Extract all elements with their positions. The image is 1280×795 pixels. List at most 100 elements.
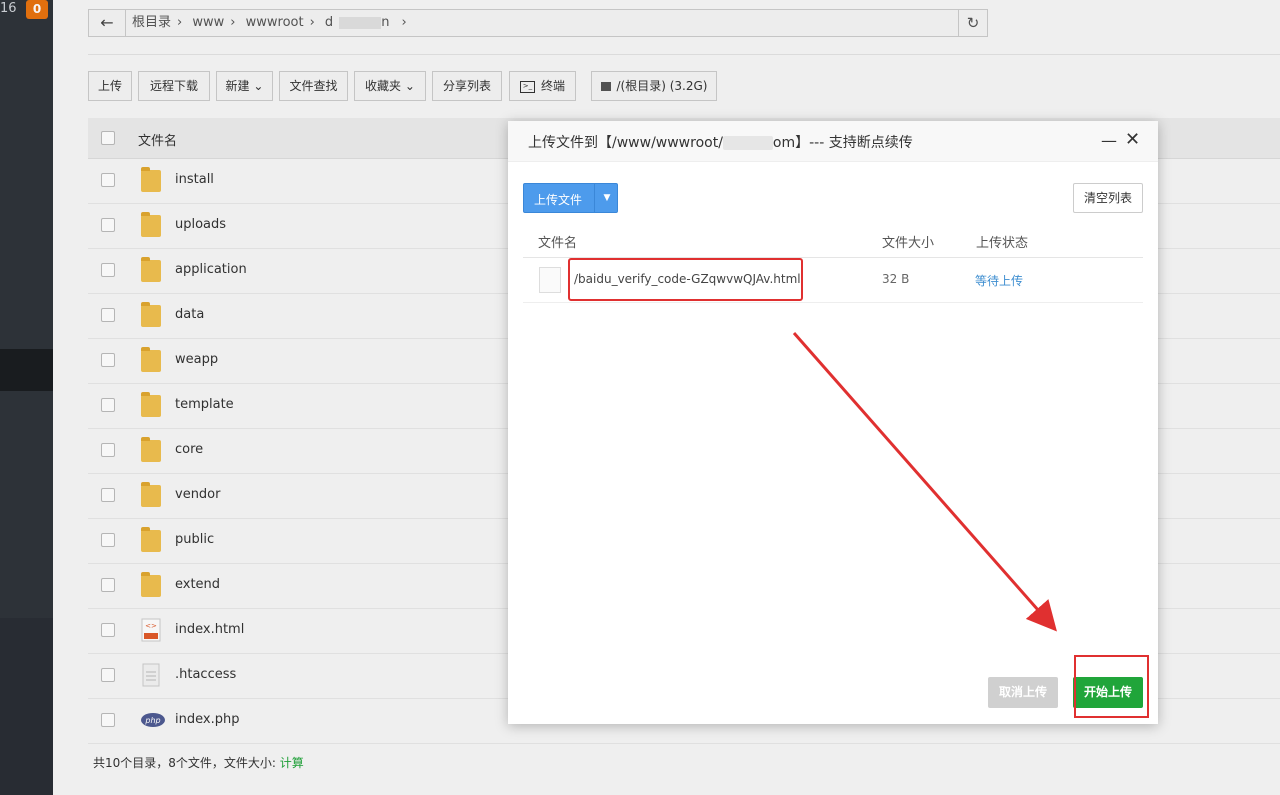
sidebar: 16 0 — [0, 0, 53, 795]
html-file-icon: <> — [141, 618, 161, 642]
select-all-checkbox[interactable] — [101, 131, 115, 145]
upload-button[interactable]: 上传 — [88, 71, 132, 101]
text-file-icon — [141, 663, 161, 687]
chevron-right-icon: › — [309, 15, 315, 30]
minimize-icon[interactable]: — — [1101, 131, 1117, 150]
refresh-icon[interactable]: ↻ — [958, 10, 987, 36]
sidebar-active-item[interactable] — [0, 349, 53, 391]
favorites-button[interactable]: 收藏夹 ⌄ — [354, 71, 426, 101]
chevron-right-icon: › — [177, 15, 183, 30]
file-search-button[interactable]: 文件查找 — [279, 71, 348, 101]
php-file-icon: php — [141, 708, 165, 732]
share-list-button[interactable]: 分享列表 — [432, 71, 502, 101]
upload-file-size: 32 B — [882, 272, 910, 286]
file-name[interactable]: weapp — [175, 352, 218, 367]
sidebar-count: 16 — [0, 1, 17, 16]
terminal-label: 终端 — [540, 79, 565, 93]
notification-badge[interactable]: 0 — [26, 0, 48, 19]
breadcrumb: 根目录 › www › wwwroot › d n › — [132, 10, 413, 36]
svg-text:<>: <> — [145, 622, 157, 630]
row-checkbox[interactable] — [101, 218, 115, 232]
column-status: 上传状态 — [976, 236, 1029, 251]
file-name[interactable]: index.html — [175, 622, 244, 637]
file-name[interactable]: core — [175, 442, 203, 457]
dialog-title-suffix: om】--- 支持断点续传 — [772, 135, 913, 151]
folder-icon — [141, 302, 161, 327]
caret-down-icon[interactable]: ▼ — [594, 184, 619, 212]
row-checkbox[interactable] — [101, 578, 115, 592]
file-name[interactable]: vendor — [175, 487, 220, 502]
calculate-link[interactable]: 计算 — [280, 756, 304, 770]
folder-icon — [141, 167, 161, 192]
row-checkbox[interactable] — [101, 623, 115, 637]
folder-icon — [141, 482, 161, 507]
crumb-site[interactable]: dn — [325, 15, 396, 30]
status-footer: 共10个目录，8个文件，文件大小: 计算 — [93, 754, 304, 771]
folder-icon — [141, 527, 161, 552]
file-name[interactable]: template — [175, 397, 234, 412]
file-name[interactable]: install — [175, 172, 214, 187]
file-name[interactable]: uploads — [175, 217, 226, 232]
row-checkbox[interactable] — [101, 488, 115, 502]
clear-list-button[interactable]: 清空列表 — [1073, 183, 1143, 213]
file-name[interactable]: index.php — [175, 712, 239, 727]
crumb-site-end: n — [381, 15, 390, 30]
crumb-www[interactable]: www — [192, 15, 224, 30]
terminal-icon: >_ — [519, 80, 535, 93]
cancel-upload-button[interactable]: 取消上传 — [988, 677, 1058, 708]
folder-icon — [141, 437, 161, 462]
disk-icon — [600, 82, 611, 91]
folder-icon — [141, 212, 161, 237]
sidebar-shade — [0, 0, 53, 618]
folder-icon — [141, 347, 161, 372]
row-checkbox[interactable] — [101, 173, 115, 187]
disk-button[interactable]: /(根目录) (3.2G) — [591, 71, 717, 101]
file-summary: 共10个目录，8个文件，文件大小: — [93, 756, 276, 770]
chevron-down-icon: ⌄ — [249, 79, 264, 93]
highlight-box-file — [568, 258, 803, 301]
crumb-wwwroot[interactable]: wwwroot — [246, 15, 304, 30]
terminal-button[interactable]: >_ 终端 — [509, 71, 576, 101]
upload-file-label: 上传文件 — [534, 193, 583, 207]
new-button[interactable]: 新建 ⌄ — [216, 71, 273, 101]
disk-label: /(根目录) (3.2G) — [616, 79, 708, 93]
folder-icon — [141, 392, 161, 417]
dialog-titlebar: 上传文件到【/www/wwwroot/om】--- 支持断点续传 — ✕ — [508, 121, 1158, 162]
svg-text:php: php — [144, 716, 160, 725]
row-checkbox[interactable] — [101, 668, 115, 682]
new-button-label: 新建 — [225, 79, 250, 93]
file-name[interactable]: .htaccess — [175, 667, 236, 682]
file-icon — [539, 267, 561, 293]
column-name: 文件名 — [538, 236, 578, 251]
row-checkbox[interactable] — [101, 353, 115, 367]
upload-status: 等待上传 — [975, 274, 1024, 288]
row-checkbox[interactable] — [101, 713, 115, 727]
row-checkbox[interactable] — [101, 308, 115, 322]
file-name[interactable]: public — [175, 532, 214, 547]
crumb-mask — [339, 16, 382, 29]
divider — [88, 54, 1280, 55]
path-bar: ← 根目录 › www › wwwroot › d n › ↻ — [88, 9, 988, 37]
remote-download-button[interactable]: 远程下载 — [138, 71, 210, 101]
title-mask — [722, 136, 773, 150]
back-arrow-icon[interactable]: ← — [89, 10, 126, 36]
chevron-right-icon: › — [401, 15, 407, 30]
file-name[interactable]: extend — [175, 577, 220, 592]
upload-file-button[interactable]: 上传文件 ▼ — [523, 183, 618, 213]
file-name[interactable]: data — [175, 307, 204, 322]
chevron-right-icon: › — [230, 15, 236, 30]
column-filename[interactable]: 文件名 — [138, 130, 177, 149]
favorites-label: 收藏夹 — [365, 79, 402, 93]
upload-dialog: 上传文件到【/www/wwwroot/om】--- 支持断点续传 — ✕ 上传文… — [508, 121, 1158, 724]
highlight-box-start — [1074, 655, 1149, 718]
close-icon[interactable]: ✕ — [1125, 129, 1140, 150]
file-name[interactable]: application — [175, 262, 247, 277]
row-checkbox[interactable] — [101, 263, 115, 277]
row-checkbox[interactable] — [101, 443, 115, 457]
crumb-site-start: d — [324, 15, 334, 30]
crumb-root[interactable]: 根目录 — [132, 15, 171, 30]
row-checkbox[interactable] — [101, 398, 115, 412]
folder-icon — [141, 257, 161, 282]
row-checkbox[interactable] — [101, 533, 115, 547]
column-size: 文件大小 — [882, 236, 935, 251]
